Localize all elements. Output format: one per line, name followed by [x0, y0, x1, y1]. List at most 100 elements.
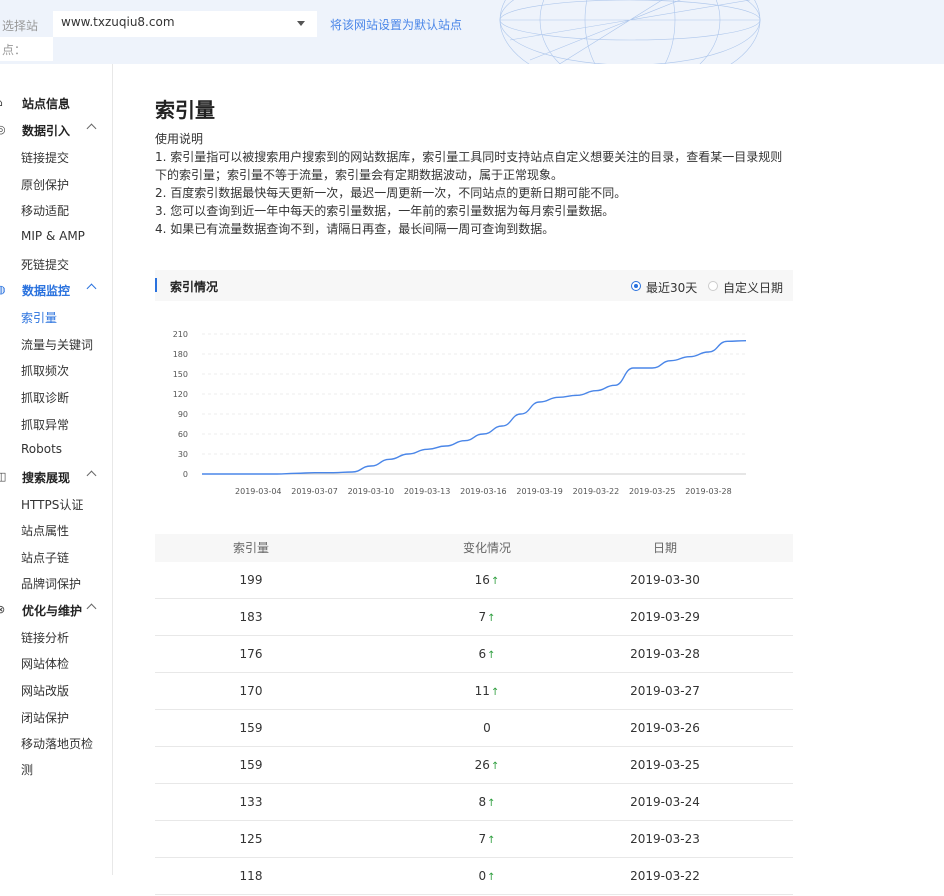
sidebar-item-crawl-frequency[interactable]: 抓取频次: [21, 362, 69, 379]
cell-count: 170: [239, 684, 263, 698]
usage-line: 2. 百度索引数据最快每天更新一次，最迟一周更新一次，不同站点的更新日期可能不同…: [155, 186, 627, 200]
site-select-label-line2: 点：: [0, 37, 53, 61]
site-select-dropdown[interactable]: www.txzuqiu8.com: [53, 11, 317, 37]
sidebar: ⌂ 站点信息 ◎ 数据引入 链接提交 原创保护 移动适配 MIP & AMP 死…: [0, 64, 113, 875]
table-row: 176 6↑ 2019-03-28: [155, 636, 793, 673]
x-tick-label: 2019-03-07: [291, 487, 338, 496]
sidebar-item-traffic-keywords[interactable]: 流量与关键词: [21, 336, 93, 353]
cell-date: 2019-03-24: [630, 795, 700, 809]
sidebar-item-mobile-adapt[interactable]: 移动适配: [21, 202, 69, 219]
usage-title: 使用说明: [155, 132, 204, 146]
header-date: 日期: [652, 541, 677, 555]
arrow-up-icon: ↑: [487, 872, 496, 883]
x-tick-label: 2019-03-22: [573, 487, 620, 496]
chevron-up-icon: [86, 470, 97, 481]
arrow-up-icon: ↑: [487, 798, 496, 809]
sidebar-item-crawl-errors[interactable]: 抓取异常: [21, 416, 69, 433]
arrow-up-icon: ↑: [487, 650, 496, 661]
x-tick-label: 2019-03-13: [404, 487, 451, 496]
table-row: 199 16↑ 2019-03-30: [155, 562, 793, 599]
sidebar-item-site-check[interactable]: 网站体检: [21, 655, 69, 672]
x-tick-label: 2019-03-16: [460, 487, 507, 496]
y-tick-label: 150: [173, 370, 188, 379]
sidebar-item-link-submit[interactable]: 链接提交: [21, 149, 69, 166]
header-count: 索引量: [232, 541, 269, 555]
radio-checked-icon: [631, 281, 641, 291]
display-icon: ◫: [0, 470, 7, 483]
table-row: 159 26↑ 2019-03-25: [155, 747, 793, 784]
site-select-value: www.txzuqiu8.com: [61, 15, 175, 29]
chevron-up-icon: [86, 603, 97, 614]
chevron-up-icon: [86, 123, 97, 134]
x-tick-label: 2019-03-28: [685, 487, 732, 496]
sidebar-item-close-protect[interactable]: 闭站保护: [21, 709, 69, 726]
globe-graphic: [499, 0, 761, 64]
usage-line: 下的索引量；索引量不等于流量，索引量会有定期数据波动，属于正常现象。: [155, 168, 564, 182]
panel-title: 索引情况: [170, 280, 219, 294]
cell-count: 118: [239, 869, 263, 883]
sidebar-item-index-count[interactable]: 索引量: [21, 309, 57, 326]
cell-date: 2019-03-29: [630, 610, 700, 624]
y-tick-label: 60: [178, 430, 188, 439]
y-tick-label: 120: [173, 390, 188, 399]
table-row: 170 11↑ 2019-03-27: [155, 673, 793, 710]
usage-instructions: 使用说明 1. 索引量指可以被搜索用户搜索到的网站数据库，索引量工具同时支持站点…: [155, 130, 795, 238]
sidebar-item-brand-protect[interactable]: 品牌词保护: [21, 575, 81, 592]
cell-change: 7↑: [478, 610, 496, 624]
import-icon: ◎: [0, 123, 6, 136]
cell-change: 8↑: [478, 795, 496, 809]
sidebar-item-original-protect[interactable]: 原创保护: [21, 176, 69, 193]
cell-date: 2019-03-26: [630, 721, 700, 735]
cell-change: 7↑: [478, 832, 496, 846]
sidebar-item-https[interactable]: HTTPS认证: [21, 496, 83, 513]
sidebar-item-robots[interactable]: Robots: [21, 442, 62, 456]
arrow-up-icon: ↑: [490, 687, 500, 698]
header-bar: 选择站 点： www.txzuqiu8.com 将该网站设置为默认站点: [0, 0, 944, 64]
y-tick-label: 180: [173, 350, 188, 359]
table-row: 125 7↑ 2019-03-23: [155, 821, 793, 858]
cell-count: 176: [239, 647, 263, 661]
table-row: 159 0 2019-03-26: [155, 710, 793, 747]
cell-change: 26↑: [474, 758, 500, 772]
table-header: 索引量 变化情况 日期: [155, 534, 793, 562]
monitor-icon: ◍: [0, 283, 6, 296]
cell-count: 159: [239, 758, 263, 772]
y-tick-label: 0: [183, 470, 188, 479]
cell-change: 6↑: [478, 647, 496, 661]
sidebar-item-site-attributes[interactable]: 站点属性: [21, 522, 69, 539]
cell-change: 0: [483, 721, 491, 735]
wrench-icon: ⊗: [0, 603, 6, 616]
x-tick-label: 2019-03-04: [235, 487, 282, 496]
sidebar-item-crawl-diagnose[interactable]: 抓取诊断: [21, 389, 69, 406]
cell-date: 2019-03-25: [630, 758, 700, 772]
sidebar-item-site-revision[interactable]: 网站改版: [21, 682, 69, 699]
sidebar-item-sitelinks[interactable]: 站点子链: [21, 549, 69, 566]
sidebar-item-deadlink-submit[interactable]: 死链提交: [21, 256, 69, 273]
arrow-up-icon: ↑: [490, 576, 500, 587]
table-body: 199 16↑ 2019-03-30 183 7↑ 2019-03-29 176 6↑ 2019…: [155, 562, 793, 895]
x-tick-label: 2019-03-25: [629, 487, 676, 496]
caret-down-icon: [297, 21, 305, 26]
arrow-up-icon: ↑: [487, 835, 496, 846]
cell-count: 199: [239, 573, 263, 587]
table-row: 118 0↑ 2019-03-22: [155, 858, 793, 895]
usage-line: 4. 如果已有流量数据查询不到，请隔日再查，最长间隔一周可查询到数据。: [155, 222, 555, 236]
site-select-label: 选择站: [2, 19, 39, 33]
set-default-site-link[interactable]: 将该网站设置为默认站点: [330, 16, 462, 33]
page-title: 索引量: [155, 98, 215, 122]
sidebar-item-mobile-landing-check-cont[interactable]: 测: [21, 761, 33, 778]
x-tick-label: 2019-03-19: [516, 487, 563, 496]
table-row: 133 8↑ 2019-03-24: [155, 784, 793, 821]
y-tick-label: 90: [178, 410, 188, 419]
sidebar-item-mip-amp[interactable]: MIP & AMP: [21, 229, 85, 243]
index-table: 索引量 变化情况 日期 199 16↑ 2019-03-30 183 7↑ 2019-03…: [155, 534, 793, 895]
arrow-up-icon: ↑: [487, 613, 496, 624]
cell-date: 2019-03-27: [630, 684, 700, 698]
cell-change: 0↑: [478, 869, 496, 883]
radio-unchecked-icon: [708, 281, 718, 291]
cell-date: 2019-03-23: [630, 832, 700, 846]
sidebar-item-mobile-landing-check[interactable]: 移动落地页检: [21, 735, 93, 752]
sidebar-item-link-analysis[interactable]: 链接分析: [21, 629, 69, 646]
usage-line: 1. 索引量指可以被搜索用户搜索到的网站数据库，索引量工具同时支持站点自定义想要…: [155, 150, 783, 164]
usage-line: 3. 您可以查询到近一年中每天的索引量数据，一年前的索引量数据为每月索引量数据。: [155, 204, 615, 218]
